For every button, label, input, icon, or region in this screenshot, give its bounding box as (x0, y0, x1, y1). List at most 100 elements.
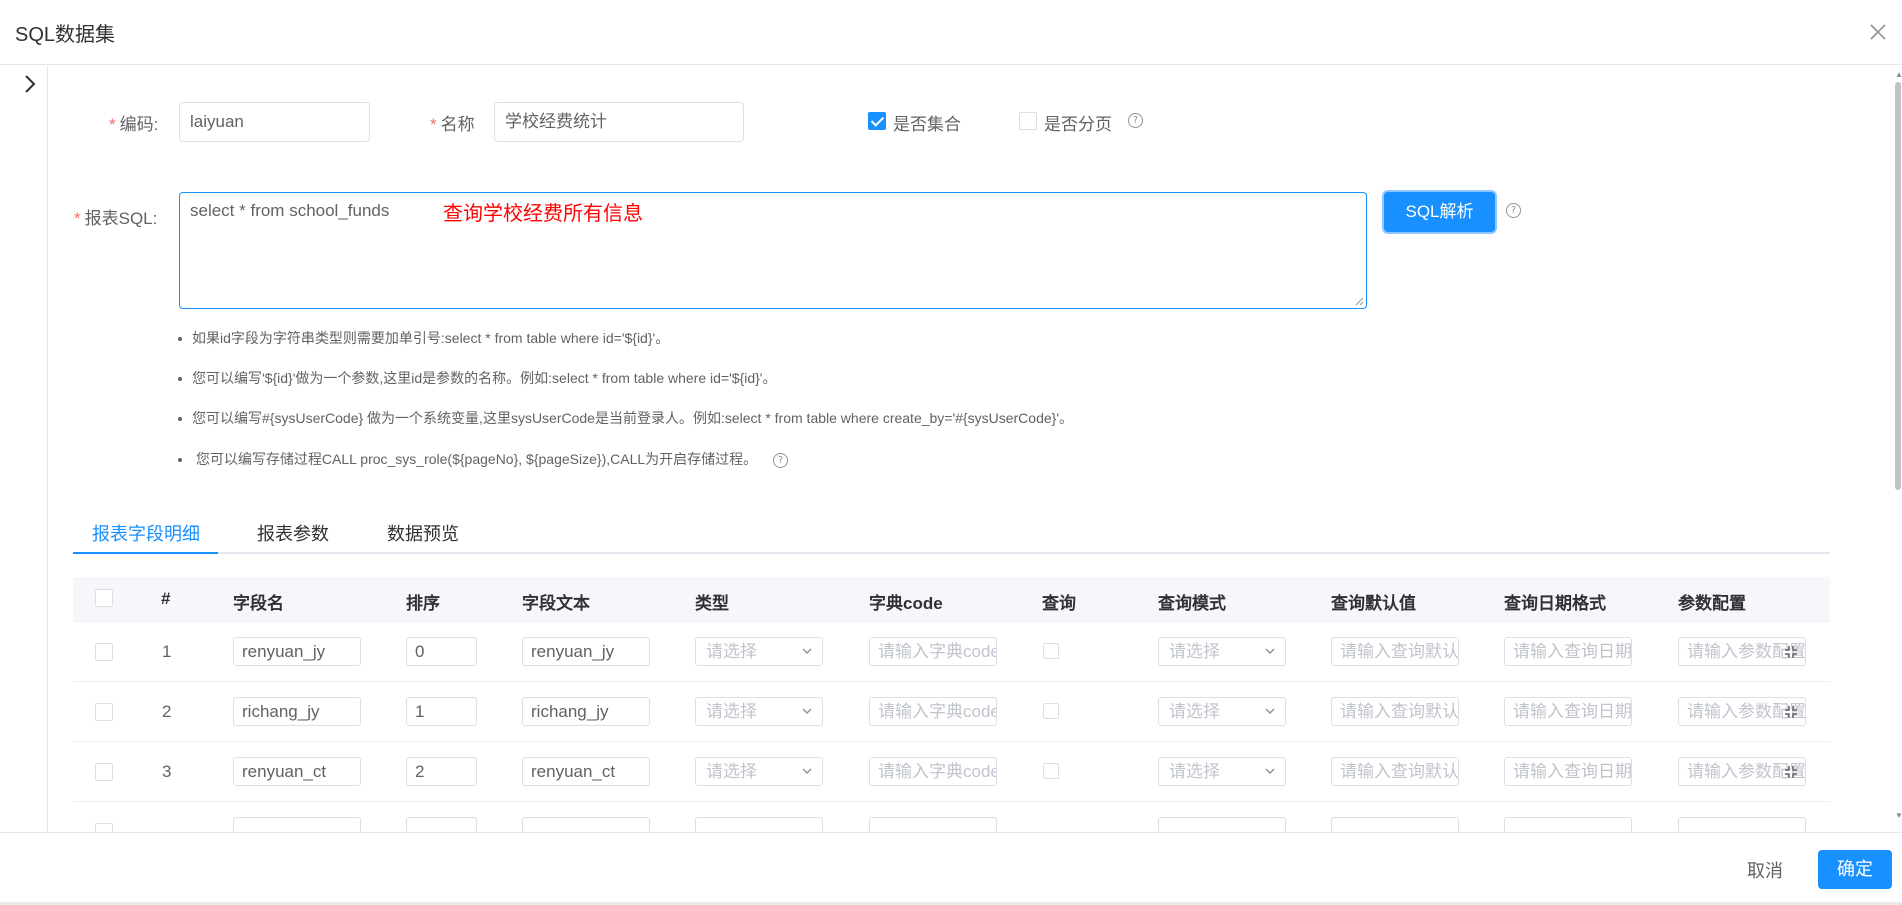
order-input[interactable]: 1 (406, 697, 477, 726)
param-config-input[interactable] (1678, 817, 1806, 832)
dialog-title: SQL数据集 (15, 24, 116, 46)
resize-grip-icon[interactable] (1354, 296, 1364, 306)
tab-bar: 报表字段明细 报表参数 数据预览 (73, 510, 1830, 554)
chevron-right-icon[interactable] (20, 74, 40, 94)
field-text-input[interactable]: richang_jy (522, 697, 650, 726)
query-checkbox[interactable] (1043, 763, 1059, 779)
col-field-text: 字段文本 (522, 594, 590, 613)
col-dict-code: 字典code (869, 594, 943, 613)
dialog-footer: 取消 确定 (0, 832, 1902, 905)
chevron-down-icon (802, 768, 812, 775)
query-mode-select[interactable]: 请选择 (1158, 637, 1286, 666)
date-format-input[interactable]: 请输入查询日期格式 (1504, 637, 1632, 666)
required-mark: * (109, 115, 116, 134)
scroll-down-icon[interactable]: ▼ (1895, 811, 1902, 820)
tab-field-details[interactable]: 报表字段明细 (92, 520, 200, 546)
is-paging-label: 是否分页 (1044, 115, 1112, 134)
default-value-input[interactable]: 请输入查询默认值 (1331, 697, 1459, 726)
col-type: 类型 (695, 594, 729, 613)
sql-parse-button[interactable]: SQL解析 (1384, 192, 1495, 232)
tip-item: 您可以编写存储过程CALL proc_sys_role(${pageNo}, $… (178, 449, 789, 469)
vertical-scrollbar[interactable]: ▲ ▼ (1894, 70, 1902, 820)
dict-code-input[interactable]: 请输入字典code (869, 637, 997, 666)
chevron-down-icon (802, 708, 812, 715)
chevron-down-icon (1265, 768, 1275, 775)
field-text-input[interactable] (522, 817, 650, 832)
field-name-input[interactable]: richang_jy (233, 697, 361, 726)
expand-icon[interactable] (1784, 645, 1798, 659)
required-mark: * (430, 115, 437, 134)
date-format-input[interactable] (1504, 817, 1632, 832)
code-label: * 编码: (109, 115, 159, 134)
col-query: 查询 (1042, 594, 1076, 613)
row-checkbox[interactable] (95, 703, 113, 721)
help-icon[interactable]: ? (1506, 203, 1521, 218)
order-input[interactable] (406, 817, 477, 832)
dict-code-input[interactable]: 请输入字典code (869, 757, 997, 786)
scroll-up-icon[interactable]: ▲ (1895, 70, 1902, 79)
field-text-input[interactable]: renyuan_ct (522, 757, 650, 786)
dict-code-input[interactable] (869, 817, 997, 832)
col-query-mode: 查询模式 (1158, 594, 1226, 613)
name-input[interactable]: 学校经费统计 (494, 102, 744, 142)
tip-item: 您可以编写#{sysUserCode} 做为一个系统变量,这里sysUserCo… (178, 408, 1073, 428)
is-paging-checkbox[interactable] (1019, 112, 1037, 130)
sql-annotation: 查询学校经费所有信息 (443, 203, 643, 225)
type-select[interactable] (695, 817, 823, 832)
field-text-input[interactable]: renyuan_jy (522, 637, 650, 666)
date-format-input[interactable]: 请输入查询日期格式 (1504, 697, 1632, 726)
side-collapse-strip (0, 66, 48, 832)
sql-textarea[interactable]: select * from school_funds 查询学校经费所有信息 (179, 192, 1367, 309)
row-checkbox[interactable] (95, 643, 113, 661)
type-select[interactable]: 请选择 (695, 637, 823, 666)
row-index: 2 (162, 702, 172, 721)
query-mode-select[interactable]: 请选择 (1158, 697, 1286, 726)
row-checkbox[interactable] (95, 763, 113, 781)
help-icon[interactable]: ? (773, 452, 789, 468)
expand-icon[interactable] (1784, 765, 1798, 779)
row-checkbox[interactable] (95, 823, 113, 832)
cancel-button[interactable]: 取消 (1747, 857, 1783, 883)
scrollbar-thumb[interactable] (1895, 82, 1901, 490)
col-date-format: 查询日期格式 (1504, 594, 1606, 613)
is-collection-checkbox[interactable] (868, 112, 886, 130)
chevron-down-icon (1265, 648, 1275, 655)
tip-item: 您可以编写'${id}'做为一个参数,这里id是参数的名称。例如:select … (178, 368, 776, 388)
ok-button[interactable]: 确定 (1818, 850, 1892, 889)
table-row: 2 richang_jy 1 richang_jy 请选择 请输入字典code … (73, 682, 1830, 742)
help-icon[interactable]: ? (1128, 113, 1143, 128)
field-name-input[interactable]: renyuan_ct (233, 757, 361, 786)
code-input[interactable]: laiyuan (179, 102, 370, 142)
tab-data-preview[interactable]: 数据预览 (387, 520, 459, 546)
close-icon[interactable] (1864, 18, 1892, 46)
date-format-input[interactable]: 请输入查询日期格式 (1504, 757, 1632, 786)
sql-code-text: select * from school_funds (190, 201, 390, 220)
type-select[interactable]: 请选择 (695, 697, 823, 726)
table-row: 3 renyuan_ct 2 renyuan_ct 请选择 请输入字典code … (73, 742, 1830, 802)
sql-label: * 报表SQL: (74, 209, 158, 228)
query-mode-select[interactable]: 请选择 (1158, 757, 1286, 786)
default-value-input[interactable]: 请输入查询默认值 (1331, 757, 1459, 786)
default-value-input[interactable]: 请输入查询默认值 (1331, 637, 1459, 666)
select-all-checkbox[interactable] (95, 589, 113, 607)
order-input[interactable]: 2 (406, 757, 477, 786)
field-name-input[interactable] (233, 817, 361, 832)
tab-active-indicator (73, 552, 218, 554)
row-index: 3 (162, 762, 172, 781)
tab-report-params[interactable]: 报表参数 (257, 520, 329, 546)
expand-icon[interactable] (1784, 705, 1798, 719)
tip-item: 如果id字段为字符串类型则需要加单引号:select * from table … (178, 328, 669, 348)
query-checkbox[interactable] (1043, 703, 1059, 719)
type-select[interactable]: 请选择 (695, 757, 823, 786)
required-mark: * (74, 209, 81, 228)
col-order: 排序 (406, 594, 440, 613)
name-label: * 名称 (430, 115, 475, 134)
query-checkbox[interactable] (1043, 643, 1059, 659)
order-input[interactable]: 0 (406, 637, 477, 666)
is-collection-label: 是否集合 (893, 115, 961, 134)
default-value-input[interactable] (1331, 817, 1459, 832)
query-mode-select[interactable] (1158, 817, 1286, 832)
field-name-input[interactable]: renyuan_jy (233, 637, 361, 666)
col-field-name: 字段名 (233, 594, 284, 613)
dict-code-input[interactable]: 请输入字典code (869, 697, 997, 726)
